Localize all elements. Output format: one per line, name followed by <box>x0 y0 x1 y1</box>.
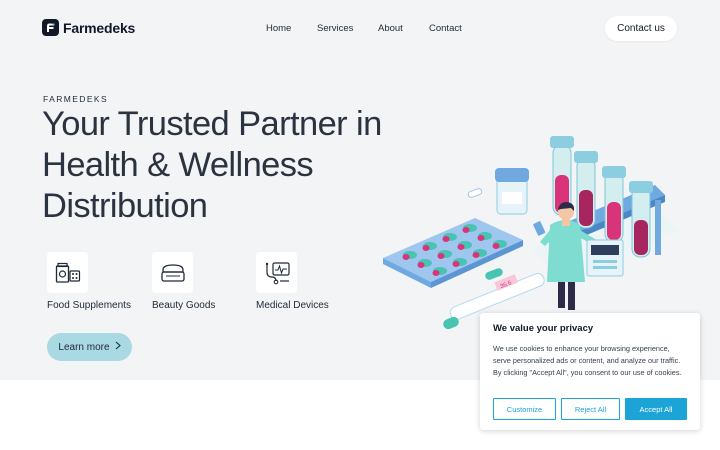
cookie-actions: Customize Reject All Accept All <box>493 398 687 420</box>
learn-more-button[interactable]: Learn more <box>47 333 132 361</box>
cookie-title: We value your privacy <box>493 323 594 334</box>
category-label: Beauty Goods <box>152 300 216 311</box>
supplements-icon <box>47 252 88 293</box>
reject-all-button[interactable]: Reject All <box>561 398 620 420</box>
pill-jar <box>495 168 529 215</box>
hero-headline: Your Trusted Partner in Health & Wellnes… <box>42 105 382 225</box>
category-label: Medical Devices <box>256 300 329 311</box>
lab-device <box>586 239 624 277</box>
nav-contact[interactable]: Contact <box>429 23 462 34</box>
nav-services[interactable]: Services <box>317 23 353 34</box>
contact-us-button[interactable]: Contact us <box>605 16 677 41</box>
cookie-consent-banner: We value your privacy We use cookies to … <box>480 313 700 430</box>
cookie-description: We use cookies to enhance your browsing … <box>493 344 682 377</box>
blister-pack <box>383 218 523 288</box>
pharmacy-illustration: 36.6 <box>383 136 680 330</box>
customize-button[interactable]: Customize <box>493 398 556 420</box>
learn-more-label: Learn more <box>58 341 110 353</box>
nav-about[interactable]: About <box>378 23 403 34</box>
nav-home[interactable]: Home <box>266 23 291 34</box>
category-beauty-goods: Beauty Goods <box>152 252 215 311</box>
beauty-icon <box>152 252 193 293</box>
category-label: Food Supplements <box>47 300 131 311</box>
chevron-right-icon <box>115 341 121 353</box>
hero-eyebrow: FARMEDEKS <box>43 94 109 104</box>
accept-all-button[interactable]: Accept All <box>625 398 687 420</box>
category-medical-devices: Medical Devices <box>256 252 329 311</box>
category-food-supplements: Food Supplements <box>47 252 131 311</box>
medical-device-icon <box>256 252 297 293</box>
